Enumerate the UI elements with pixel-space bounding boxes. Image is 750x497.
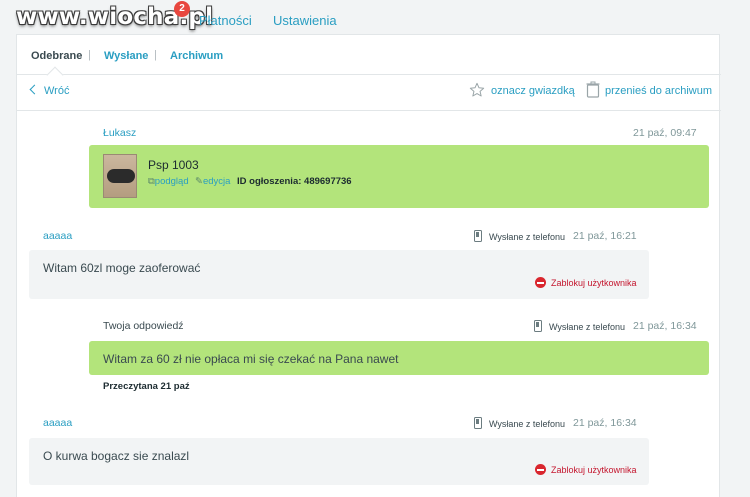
preview-label: podgląd xyxy=(154,176,189,187)
block-icon[interactable] xyxy=(535,464,546,475)
ad-thumbnail[interactable] xyxy=(103,154,137,198)
message-author[interactable]: Łukasz xyxy=(103,127,136,139)
message-time: 21 paź, 16:21 xyxy=(573,230,637,242)
block-user-link[interactable]: Zablokuj użytkownika xyxy=(551,465,637,475)
messages-panel: Odebrane | Wysłane | Archiwum Wróć oznac… xyxy=(16,34,721,497)
star-button[interactable]: oznacz gwiazdką xyxy=(491,85,575,97)
star-icon[interactable] xyxy=(469,82,485,98)
reply-text: Witam za 60 zł nie opłaca mi się czekać … xyxy=(103,352,399,366)
archive-button[interactable]: przenieś do archiwum xyxy=(605,85,712,97)
edit-label: edycja xyxy=(202,176,231,187)
console-image xyxy=(107,169,135,183)
tab-sent[interactable]: Wysłane xyxy=(104,50,148,62)
phone-icon xyxy=(474,417,482,429)
message-author[interactable]: aaaaa xyxy=(43,417,72,429)
block-user-link[interactable]: Zablokuj użytkownika xyxy=(551,278,637,288)
tab-separator: | xyxy=(154,49,157,61)
notification-badge: 2 xyxy=(174,1,190,17)
tab-settings[interactable]: Ustawienia xyxy=(273,13,337,28)
message-text: Witam 60zl moge zaoferować xyxy=(43,261,201,275)
message-time: 21 paź, 09:47 xyxy=(633,127,697,139)
device-label: Wysłane z telefonu xyxy=(549,322,625,332)
tab-separator: | xyxy=(88,49,91,61)
tab-received[interactable]: Odebrane xyxy=(31,50,82,62)
reply-author: Twoja odpowiedź xyxy=(103,320,184,332)
pencil-icon: ✎ xyxy=(195,176,203,187)
top-navigation: www.wiocha.pl 2 Płatności Ustawienia xyxy=(0,0,750,34)
trash-icon[interactable] xyxy=(586,81,600,98)
back-label: Wróć xyxy=(44,85,70,97)
ad-id: ID ogłoszenia: 489697736 xyxy=(237,176,352,187)
phone-icon xyxy=(474,230,482,242)
edit-link[interactable]: ✎edycja xyxy=(195,176,230,187)
block-icon[interactable] xyxy=(535,277,546,288)
message-action-bar: Wróć oznacz gwiazdką przenieś do archiwu… xyxy=(17,75,721,111)
ad-title[interactable]: Psp 1003 xyxy=(148,158,199,172)
tab-archive[interactable]: Archiwum xyxy=(170,50,223,62)
back-button[interactable]: Wróć xyxy=(29,84,70,97)
device-label: Wysłane z telefonu xyxy=(489,419,565,429)
read-status: Przeczytana 21 paź xyxy=(103,381,190,392)
device-label: Wysłane z telefonu xyxy=(489,232,565,242)
message-time: 21 paź, 16:34 xyxy=(573,417,637,429)
message-folder-tabs: Odebrane | Wysłane | Archiwum xyxy=(17,35,721,84)
preview-icon: ⧉ xyxy=(148,176,155,187)
message-author[interactable]: aaaaa xyxy=(43,230,72,242)
chevron-left-icon xyxy=(29,84,40,95)
phone-icon xyxy=(534,320,542,332)
preview-link[interactable]: ⧉podgląd xyxy=(148,176,189,187)
message-time: 21 paź, 16:34 xyxy=(633,320,697,332)
message-text: O kurwa bogacz sie znalazl xyxy=(43,449,190,463)
tab-payments[interactable]: Płatności xyxy=(199,13,252,28)
